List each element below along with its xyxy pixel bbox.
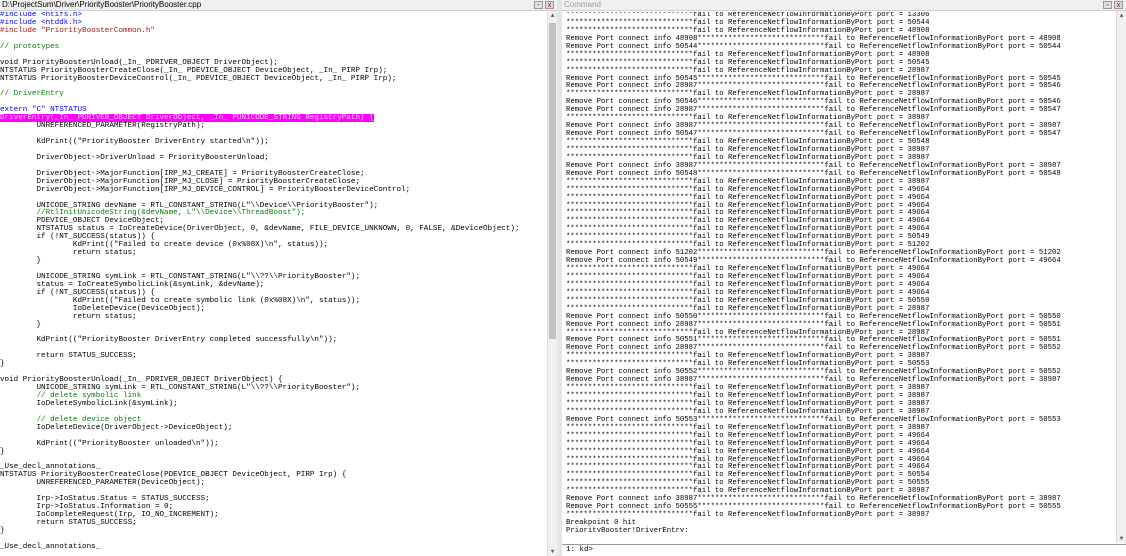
code-line[interactable]: }	[0, 360, 545, 369]
code-line[interactable]: KdPrint(("PriorityBooster DriverEntry st…	[0, 138, 545, 147]
source-window-titlebar: D:\ProjectSum\Driver\PriorityBooster\Pri…	[0, 0, 557, 11]
source-window-title: D:\ProjectSum\Driver\PriorityBooster\Pri…	[2, 0, 202, 9]
code-line[interactable]: _Use_decl_annotations_	[0, 543, 545, 552]
scroll-up-icon[interactable]: ▲	[1117, 11, 1126, 20]
code-line[interactable]: UNREFERENCED_PARAMETER(RegistryPath);	[0, 122, 545, 131]
code-line[interactable]: NTSTATUS PriorityBoosterDeviceControl(_I…	[0, 75, 545, 84]
code-line[interactable]: }	[0, 321, 545, 330]
code-line[interactable]: }	[0, 527, 545, 536]
close-button[interactable]: x	[1114, 1, 1123, 9]
code-line[interactable]: return STATUS_SUCCESS;	[0, 352, 545, 361]
code-line[interactable]	[0, 36, 545, 44]
scroll-up-icon[interactable]: ▲	[548, 11, 557, 20]
log-line: *****************************fail to Ref…	[566, 511, 930, 520]
command-output: *****************************fail to Ref…	[566, 12, 1112, 532]
code-line[interactable]: #include "PriorityBoosterCommon.h"	[0, 27, 545, 36]
log-line: PriorityBooster!DriverEntry:	[566, 526, 689, 532]
command-window-title: Command	[564, 0, 601, 9]
code-line[interactable]: return status;	[0, 249, 545, 258]
code-line[interactable]: IoDeleteSymbolicLink(&symLink);	[0, 400, 545, 409]
scroll-down-icon[interactable]: ▼	[1117, 534, 1126, 543]
minimize-button[interactable]: -	[534, 1, 543, 9]
code-line[interactable]: KdPrint(("PriorityBooster DriverEntry co…	[0, 336, 545, 345]
code-line[interactable]: }	[0, 257, 545, 266]
code-line[interactable]: DriverObject->DriverUnload = PriorityBoo…	[0, 154, 545, 163]
code-line[interactable]: IoDeleteDevice(DriverObject->DeviceObjec…	[0, 424, 545, 433]
code-line[interactable]: // DriverEntry	[0, 90, 545, 99]
command-prompt: 1: kd>	[566, 546, 594, 554]
scrollbar-thumb[interactable]	[549, 23, 556, 339]
command-window-titlebar: Command ▫ x	[562, 0, 1126, 11]
command-input-bar: 1: kd>	[562, 544, 1126, 556]
restore-button[interactable]: ▫	[1103, 1, 1112, 9]
command-window: Command ▫ x ****************************…	[562, 0, 1126, 556]
command-input[interactable]	[598, 546, 1118, 555]
code-line[interactable]: KdPrint(("PriorityBooster unloaded\n"));	[0, 440, 545, 449]
scroll-down-icon[interactable]: ▼	[548, 547, 557, 556]
close-button[interactable]: x	[545, 1, 554, 9]
code-line[interactable]: DriverObject->MajorFunction[IRP_MJ_DEVIC…	[0, 186, 545, 195]
source-code-view[interactable]: #include <ntifs.h> #include <ntddk.h> #inc…	[0, 12, 545, 556]
code-line[interactable]: return status;	[0, 313, 545, 322]
code-line[interactable]: return STATUS_SUCCESS;	[0, 519, 545, 528]
code-line[interactable]: }	[0, 448, 545, 457]
source-window: D:\ProjectSum\Driver\PriorityBooster\Pri…	[0, 0, 557, 556]
code-line[interactable]: UNREFERENCED_PARAMETER(DeviceObject);	[0, 479, 545, 488]
command-scrollbar[interactable]: ▲ ▼	[1116, 11, 1126, 543]
code-line[interactable]	[0, 83, 545, 91]
source-scrollbar[interactable]: ▲ ▼	[547, 11, 557, 556]
code-line[interactable]: // prototypes	[0, 43, 545, 52]
